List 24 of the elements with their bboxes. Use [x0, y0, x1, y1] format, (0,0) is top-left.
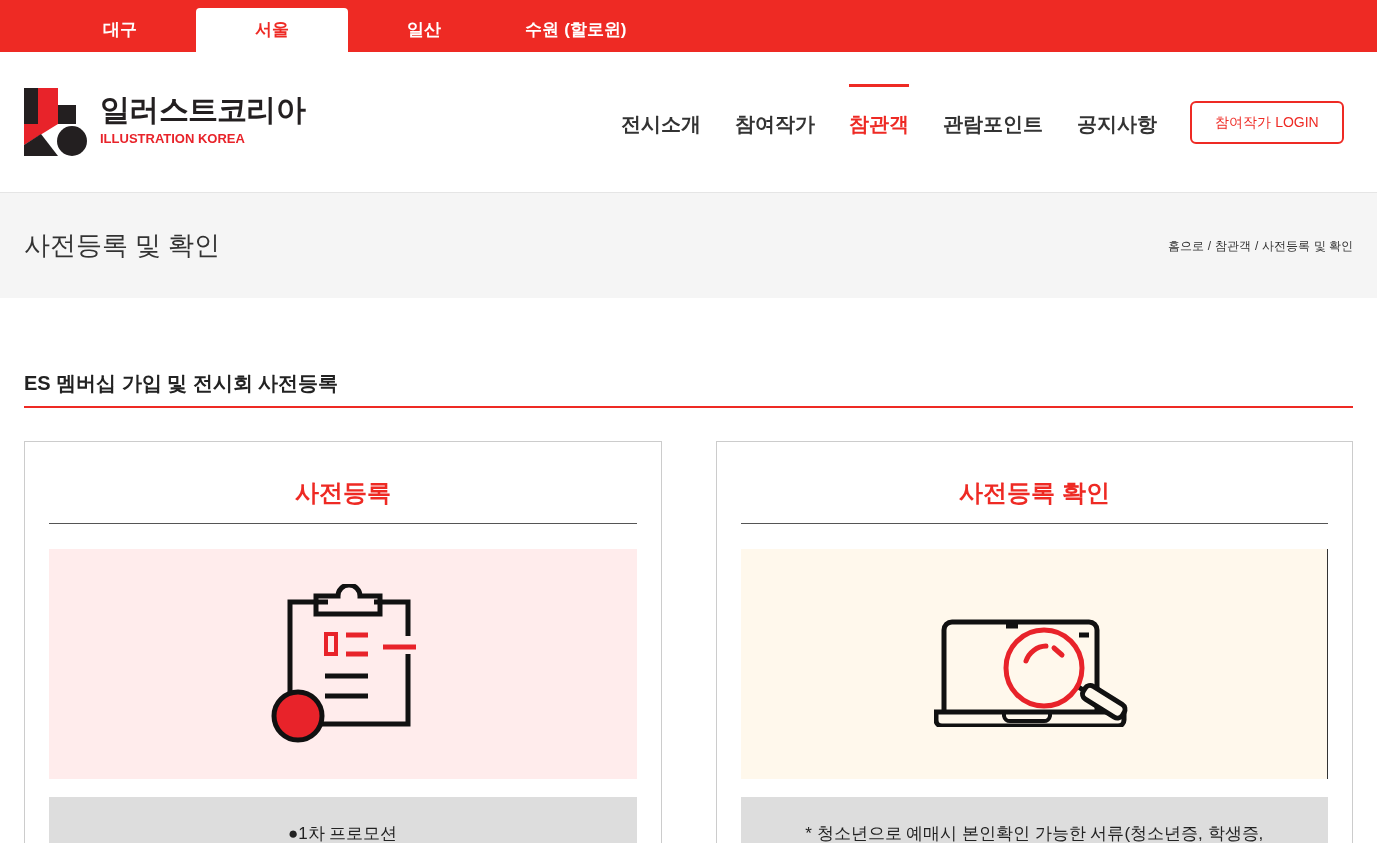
breadcrumb-separator: / [1207, 237, 1211, 255]
region-tab[interactable]: 서울 [196, 8, 348, 52]
nav-link[interactable]: 공지사항 [1077, 83, 1157, 161]
nav-link[interactable]: 전시소개 [621, 83, 701, 161]
card-title: 사전등록 [49, 475, 637, 524]
logo-mark-icon [24, 88, 88, 156]
breadcrumb-link[interactable]: 사전등록 및 확인 [1262, 236, 1353, 255]
login-button[interactable]: 참여작가 LOGIN [1190, 100, 1344, 144]
breadcrumb-separator: / [1255, 237, 1259, 255]
info-text: ●1차 프로모션 [288, 824, 398, 843]
logo-subtitle: ILLUSTRATION KOREA [100, 130, 246, 149]
region-tab[interactable]: 일산 [348, 8, 500, 52]
region-tab[interactable]: 대구 [44, 8, 196, 52]
breadcrumb-link[interactable]: 홈으로 [1167, 236, 1204, 255]
nav-link[interactable]: 관람포인트 [943, 83, 1043, 161]
breadcrumb-link[interactable]: 참관객 [1215, 236, 1251, 255]
region-tab[interactable]: 수원 (할로윈) [500, 8, 652, 52]
info-text: * 청소년으로 예매시 본인확인 가능한 서류(청소년증, 학생증, [805, 824, 1264, 843]
card-title: 사전등록 확인 [740, 475, 1328, 524]
logo-name: 일러스트코리아 [100, 95, 305, 126]
section-heading: ES 멤버십 가입 및 전시회 사전등록 [24, 368, 1353, 408]
page-title: 사전등록 및 확인 [24, 229, 221, 262]
nav-link[interactable]: 참여작가 [735, 83, 815, 161]
nav-link[interactable]: 참관객 [849, 83, 909, 161]
